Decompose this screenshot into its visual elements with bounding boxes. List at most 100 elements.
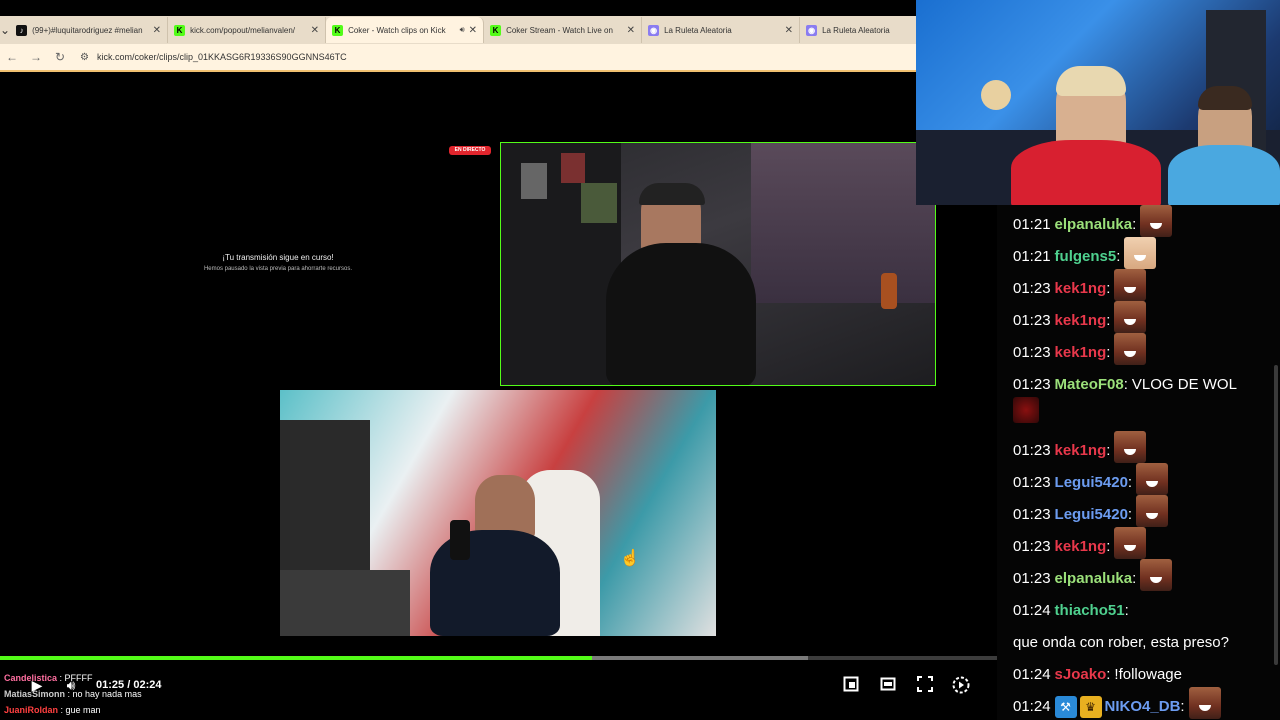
progress-bar[interactable] xyxy=(0,656,997,660)
emote-icon xyxy=(1114,301,1147,333)
chat-timestamp: 01:23 xyxy=(1013,280,1051,297)
tab-close-icon[interactable]: ✕ xyxy=(627,25,635,36)
chat-colon: : xyxy=(1123,376,1128,393)
overlay-chat-colon: : xyxy=(65,689,73,699)
chat-timestamp: 01:23 xyxy=(1013,312,1051,329)
chat-panel[interactable]: 01:21 elpanaluka:01:21 fulgens5:01:23 kek1n… xyxy=(997,205,1280,720)
site-settings-icon[interactable]: ⚙ xyxy=(80,52,89,63)
paused-title: ¡Tu transmisión sigue en curso! xyxy=(222,253,334,262)
chat-text: !followage xyxy=(1114,666,1182,683)
overlay-chat-line: MatiasSimonn : no hay nada mas xyxy=(4,689,142,699)
webcam-overlay xyxy=(916,0,1280,205)
chat-text: VLOG DE WOL xyxy=(1131,376,1237,393)
mouse-cursor-icon: ☝ xyxy=(620,550,640,567)
chat-colon: : xyxy=(1106,280,1111,297)
tab-title: Coker Stream - Watch Live on xyxy=(506,25,613,35)
chat-timestamp: 01:23 xyxy=(1013,506,1051,523)
miniplayer-icon[interactable] xyxy=(842,676,860,694)
tab-title: (99+)#luquitarodriguez #melian xyxy=(32,25,143,35)
microphone xyxy=(450,520,470,560)
chat-username[interactable]: thiacho51 xyxy=(1055,595,1125,627)
browser-tab[interactable]: Kkick.com/popout/melianvalen/ ✕ xyxy=(168,17,327,43)
chat-timestamp: 01:23 xyxy=(1013,570,1051,587)
chat-timestamp: 01:21 xyxy=(1013,248,1051,265)
emote-icon xyxy=(1188,687,1221,719)
browser-tab[interactable]: ◉ La Ruleta Aleatoria ✕ xyxy=(642,17,801,43)
tab-close-icon[interactable]: ✕ xyxy=(469,25,477,36)
chat-username[interactable]: fulgens5 xyxy=(1055,241,1117,273)
chat-scrollbar[interactable] xyxy=(1274,365,1278,665)
browser-tab[interactable]: ♪ (99+)#luquitarodriguez #melian ✕ xyxy=(10,17,169,43)
wall-poster-2 xyxy=(561,153,585,183)
chat-colon: : xyxy=(1132,570,1137,587)
chat-username[interactable]: MateoF08 xyxy=(1055,369,1124,401)
chat-timestamp: 01:24 xyxy=(1013,698,1051,715)
ruleta-icon: ◉ xyxy=(806,24,818,36)
chat-colon: : xyxy=(1180,698,1185,715)
emote-icon xyxy=(1114,333,1147,365)
chat-username[interactable]: kek1ng xyxy=(1055,337,1107,369)
tab-audio-icon[interactable]: 🔊︎ xyxy=(460,25,465,35)
tab-close-icon[interactable]: ✕ xyxy=(153,25,161,36)
playback-speed-icon[interactable] xyxy=(952,676,970,694)
chat-message: 01:24 sJoako: !followage xyxy=(1013,659,1280,691)
lamp xyxy=(981,80,1011,110)
tiktok-icon: ♪ xyxy=(16,24,28,36)
chat-username[interactable]: NIKO4_DB xyxy=(1105,691,1181,720)
theater-mode-icon[interactable] xyxy=(879,676,897,694)
kick-icon: K xyxy=(490,24,502,36)
fullscreen-icon[interactable] xyxy=(916,676,934,694)
overlay-chat-user: JuaniRoldan xyxy=(4,705,59,715)
person-1-hair xyxy=(1056,66,1126,96)
chat-username[interactable]: elpanaluka xyxy=(1055,209,1133,241)
url-field[interactable]: ⚙ kick.com/coker/clips/clip_01KKASG6R193… xyxy=(80,47,916,67)
stream-video-bottom[interactable] xyxy=(280,390,716,636)
overlay-chat-line: JuaniRoldan : gue man xyxy=(4,705,101,715)
chat-timestamp: 01:24 xyxy=(1013,602,1051,619)
chat-username[interactable]: kek1ng xyxy=(1055,435,1107,467)
chat-message: 01:23 kek1ng: xyxy=(1013,301,1280,337)
overlay-chat-user: MatiasSimonn xyxy=(4,689,66,699)
overlay-chat-text: gue man xyxy=(65,705,101,715)
desk xyxy=(280,570,410,636)
tab-search-chevron-icon[interactable]: ⌄ xyxy=(0,17,10,43)
chat-message: 01:23 Legui5420: xyxy=(1013,495,1280,531)
chat-username[interactable]: kek1ng xyxy=(1055,531,1107,563)
chat-message: 01:24 thiacho51: que onda con rober, esta … xyxy=(1013,595,1280,659)
chat-colon: : xyxy=(1106,538,1111,555)
moderator-badge-icon: ⚒ xyxy=(1054,696,1077,718)
crown-badge-icon: ♛ xyxy=(1079,696,1102,718)
chat-username[interactable]: kek1ng xyxy=(1055,305,1107,337)
window-area xyxy=(751,143,935,303)
chat-username[interactable]: elpanaluka xyxy=(1055,563,1133,595)
browser-tab[interactable]: K Coker Stream - Watch Live on ✕ xyxy=(484,17,643,43)
tab-close-icon[interactable]: ✕ xyxy=(785,25,793,36)
person-2-shirt xyxy=(1168,145,1280,205)
back-arrow-icon[interactable]: ← xyxy=(0,50,24,64)
forward-arrow-icon[interactable]: → xyxy=(24,50,48,64)
progress-played xyxy=(0,656,593,660)
overlay-chat-line: Candelistica : PFFFF xyxy=(4,673,93,683)
reload-icon[interactable]: ↻ xyxy=(48,50,72,64)
overlay-chat-user: Candelistica xyxy=(4,673,58,683)
chat-message: 01:21 fulgens5: xyxy=(1013,237,1280,273)
person-2-hair xyxy=(1198,86,1252,110)
emote-icon xyxy=(1136,463,1169,495)
wall-poster xyxy=(521,163,547,199)
emote-icon xyxy=(1114,269,1147,301)
chat-colon: : xyxy=(1106,442,1111,459)
chat-timestamp: 01:23 xyxy=(1013,442,1051,459)
tab-close-icon[interactable]: ✕ xyxy=(311,25,319,36)
chat-colon: : xyxy=(1106,344,1111,361)
stream-video-top[interactable] xyxy=(500,142,936,386)
emote-icon xyxy=(1140,205,1173,237)
chat-username[interactable]: Legui5420 xyxy=(1055,467,1128,499)
kick-icon: K xyxy=(332,24,344,36)
emote-icon xyxy=(1114,527,1147,559)
tab-title: kick.com/popout/melianvalen/ xyxy=(190,25,296,35)
chat-username[interactable]: kek1ng xyxy=(1055,273,1107,305)
chat-username[interactable]: sJoako xyxy=(1055,659,1107,691)
browser-tab[interactable]: K Coker - Watch clips on Kick 🔊︎ ✕ xyxy=(326,17,485,43)
monitor xyxy=(581,183,617,223)
ruleta-icon: ◉ xyxy=(648,24,660,36)
